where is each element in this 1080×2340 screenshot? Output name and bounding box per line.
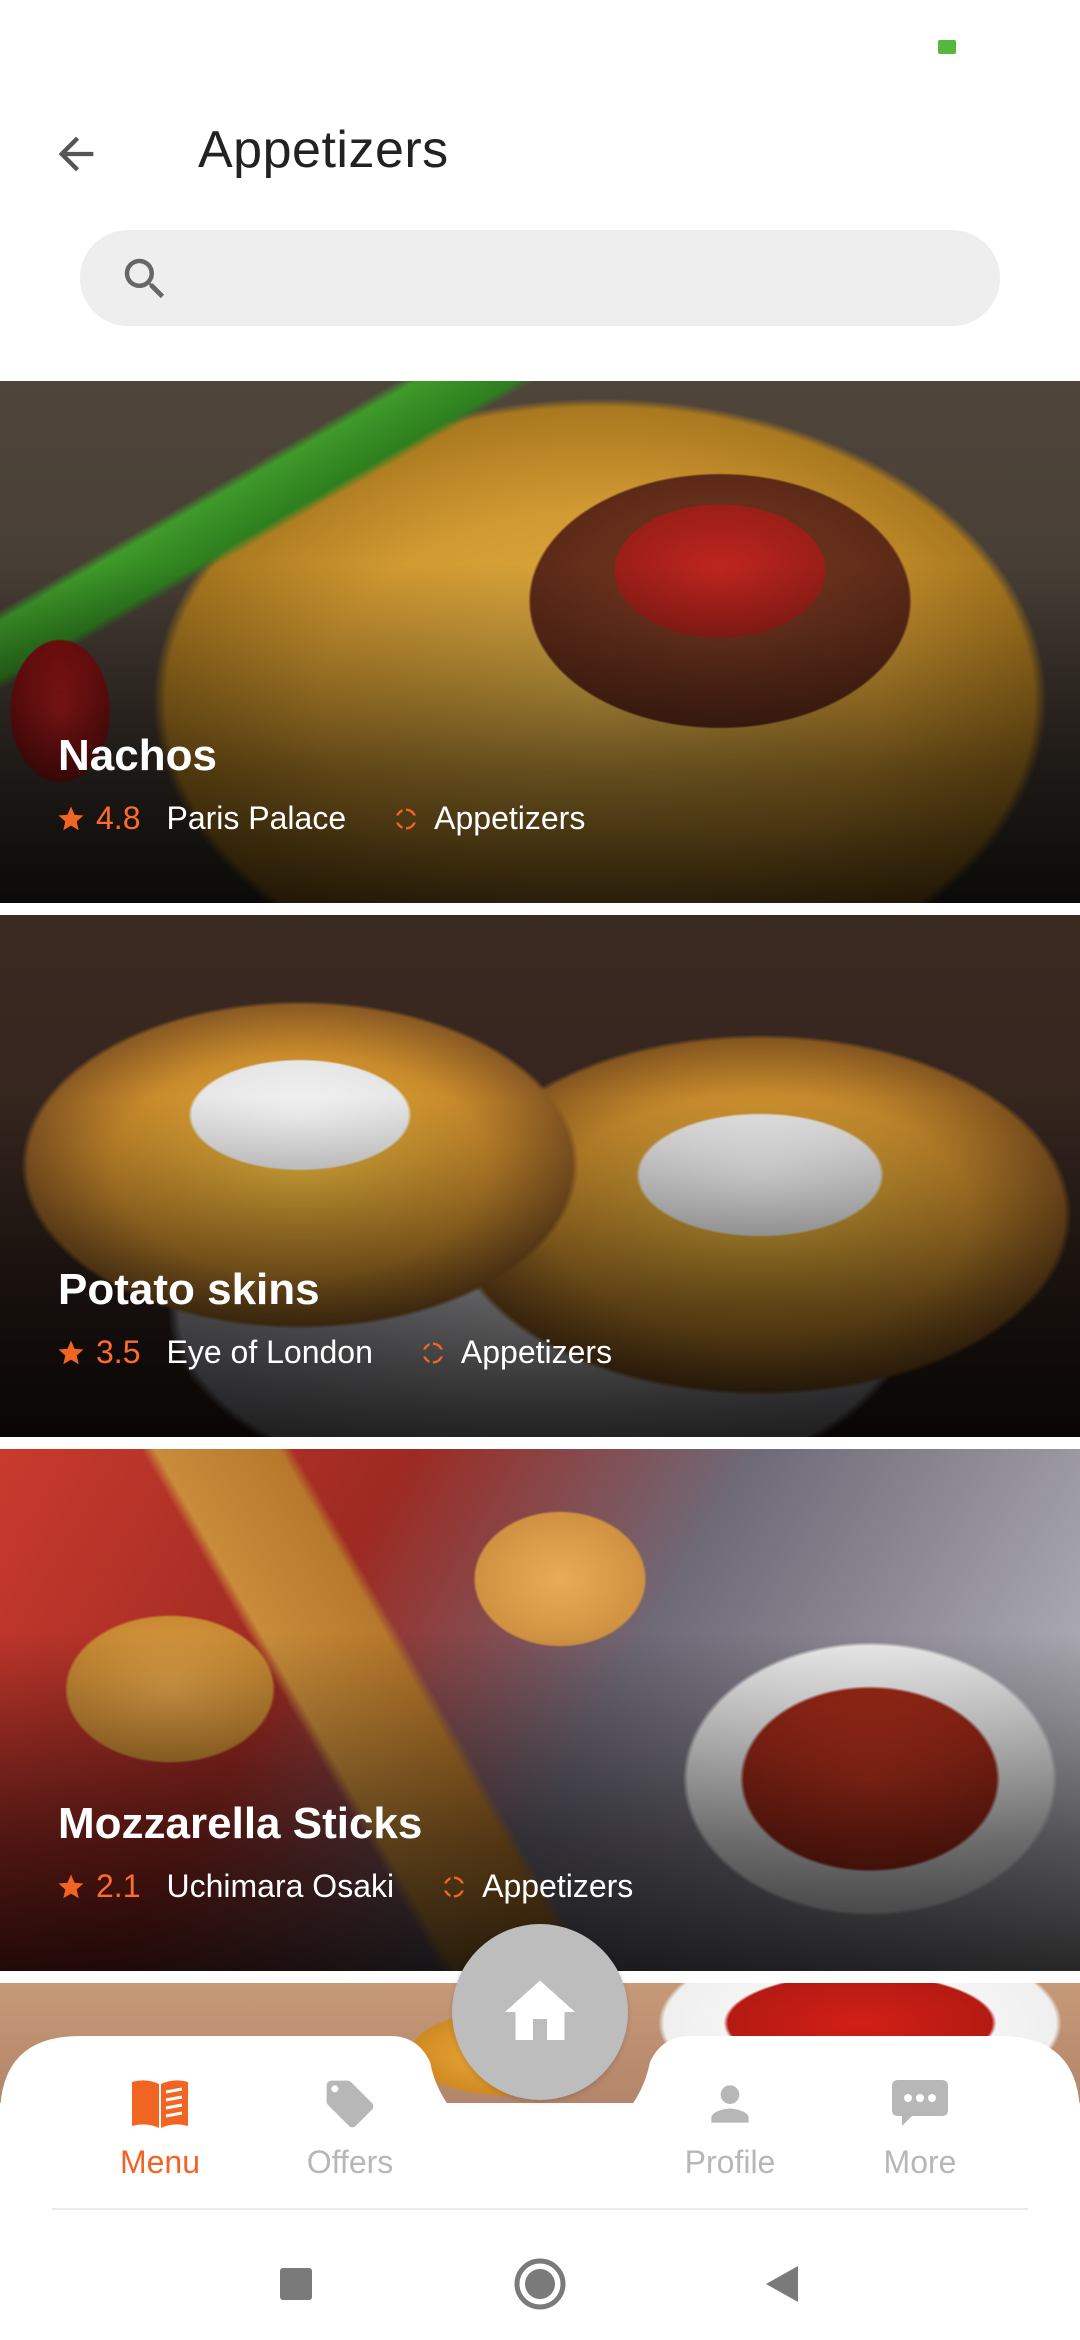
chat-more-icon bbox=[892, 2080, 948, 2126]
search-bar[interactable] bbox=[80, 230, 1000, 328]
header: Appetizers bbox=[0, 90, 1080, 220]
arrow-left-icon bbox=[58, 136, 94, 172]
triangle-back-icon bbox=[766, 2266, 798, 2302]
page-title: Appetizers bbox=[198, 121, 449, 179]
food-name: Nachos bbox=[58, 731, 217, 780]
food-meta: 3.5 Eye of London Appetizers bbox=[56, 1334, 612, 1371]
person-icon bbox=[711, 2085, 749, 2123]
nav-offers[interactable]: Offers bbox=[260, 2076, 440, 2196]
food-meta: 4.8 Paris Palace Appetizers bbox=[56, 800, 585, 837]
food-name: Mozzarella Sticks bbox=[58, 1799, 423, 1848]
square-icon bbox=[280, 2268, 312, 2300]
search-input[interactable] bbox=[200, 230, 964, 328]
star-icon bbox=[58, 1340, 84, 1364]
home-icon bbox=[505, 1980, 575, 2040]
circle-arrows-icon bbox=[422, 1342, 443, 1363]
rating-value: 4.8 bbox=[96, 800, 141, 836]
app-screen: Appetizers Nachos 4.8 Paris Palace Appet… bbox=[0, 0, 1080, 2340]
book-icon bbox=[132, 2080, 188, 2128]
circle-arrows-icon bbox=[396, 808, 417, 829]
back-system-button[interactable] bbox=[752, 2254, 812, 2314]
circle-arrows-icon bbox=[444, 1876, 465, 1897]
restaurant-name: Eye of London bbox=[166, 1334, 373, 1370]
nav-label: Menu bbox=[119, 2144, 201, 2180]
circle-icon bbox=[514, 2258, 566, 2310]
food-meta: 2.1 Uchimara Osaki Appetizers bbox=[56, 1868, 633, 1905]
category-label: Appetizers bbox=[434, 800, 586, 836]
search-icon bbox=[124, 258, 165, 299]
food-card-mozzarella-sticks[interactable]: Mozzarella Sticks 2.1 Uchimara Osaki App… bbox=[0, 1449, 1080, 1971]
nav-profile[interactable]: Profile bbox=[640, 2076, 820, 2196]
food-card-potato-skins[interactable]: Potato skins 3.5 Eye of London Appetizer… bbox=[0, 915, 1080, 1437]
category-label: Appetizers bbox=[482, 1868, 634, 1904]
star-icon bbox=[58, 1874, 84, 1898]
category-label: Appetizers bbox=[460, 1334, 613, 1370]
battery-icon bbox=[938, 40, 956, 54]
food-name: Potato skins bbox=[58, 1265, 320, 1314]
back-button[interactable] bbox=[40, 118, 112, 190]
restaurant-name: Paris Palace bbox=[166, 800, 347, 836]
home-system-button[interactable] bbox=[510, 2254, 570, 2314]
tag-icon bbox=[326, 2080, 374, 2128]
rating-value: 3.5 bbox=[96, 1334, 141, 1370]
nav-more[interactable]: More bbox=[830, 2076, 1010, 2196]
food-card-nachos[interactable]: Nachos 4.8 Paris Palace Appetizers bbox=[0, 381, 1080, 903]
nav-label: More bbox=[883, 2144, 957, 2180]
restaurant-name: Uchimara Osaki bbox=[166, 1868, 395, 1904]
home-button[interactable] bbox=[452, 1924, 628, 2100]
nav-menu[interactable]: Menu bbox=[70, 2076, 250, 2196]
nav-label: Offers bbox=[306, 2144, 394, 2180]
recents-button[interactable] bbox=[266, 2254, 326, 2314]
system-navigation-bar bbox=[0, 2210, 1080, 2340]
nav-label: Profile bbox=[684, 2144, 776, 2180]
status-bar bbox=[0, 0, 1080, 90]
star-icon bbox=[58, 806, 84, 830]
rating-value: 2.1 bbox=[96, 1868, 141, 1904]
